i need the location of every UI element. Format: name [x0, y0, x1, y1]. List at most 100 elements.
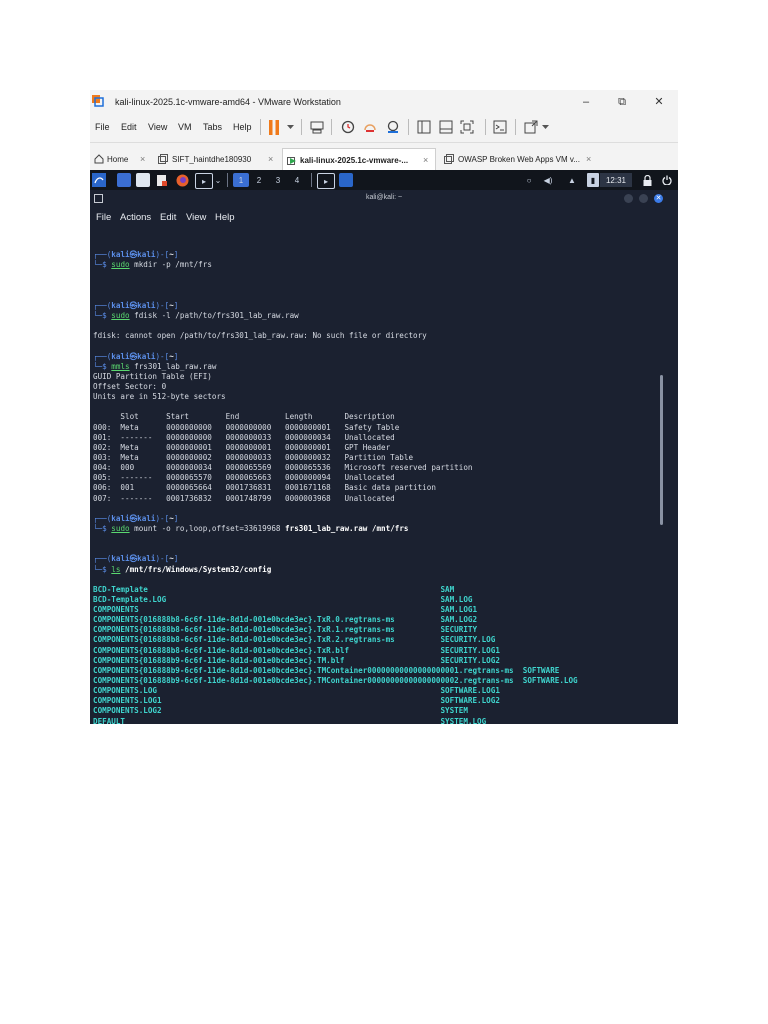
- mmls-row: 007: ------- 0001736832 0001748799 00000…: [93, 494, 663, 504]
- workspace-1[interactable]: 1: [233, 173, 249, 187]
- ls-row: COMPONENTS.LOG2 SYSTEM: [93, 706, 663, 716]
- snapshot-icon[interactable]: [340, 119, 356, 135]
- terminal-launcher-icon[interactable]: ▸: [195, 173, 213, 189]
- ls-spacer: [125, 717, 440, 724]
- ls-row: DEFAULT SYSTEM.LOG: [93, 717, 663, 724]
- close-tab-icon[interactable]: ×: [140, 154, 145, 164]
- prompt-user-host: kali㉿kali: [111, 513, 156, 523]
- error-line: fdisk: cannot open /path/to/frs301_lab_r…: [93, 331, 663, 341]
- menu-help[interactable]: Help: [233, 122, 252, 132]
- menu-view[interactable]: View: [148, 122, 167, 132]
- mmls-row: 000: Meta 0000000000 0000000000 00000000…: [93, 423, 663, 433]
- close-button[interactable]: ✕: [648, 93, 670, 111]
- toolbar-divider: [515, 119, 516, 135]
- menu-edit[interactable]: Edit: [121, 122, 137, 132]
- chevron-down-icon[interactable]: ⌄: [213, 173, 223, 187]
- terminal-menu-edit[interactable]: Edit: [160, 212, 176, 223]
- mmls-row: 004: 000 0000000034 0000065569 000006553…: [93, 463, 663, 473]
- terminal-close-button[interactable]: ✕: [654, 194, 663, 203]
- ls-row: COMPONENTS{016888b9-6c6f-11de-8d1d-001e0…: [93, 656, 663, 666]
- mmls-header-line: GUID Partition Table (EFI): [93, 372, 663, 382]
- menu-file[interactable]: File: [95, 122, 110, 132]
- terminal-output[interactable]: ┌──(kali㉿kali)-[~] └─$ sudo mkdir -p /mnt…: [93, 240, 663, 724]
- tab-owasp[interactable]: OWASP Broken Web Apps VM v... ×: [440, 148, 596, 170]
- volume-icon[interactable]: ◀): [542, 173, 554, 187]
- fullscreen-icon[interactable]: [459, 119, 475, 135]
- terminal-menu-help[interactable]: Help: [215, 212, 235, 223]
- ls-spacer: [344, 656, 440, 665]
- workspace-3[interactable]: 3: [271, 173, 285, 187]
- terminal-menu-actions[interactable]: Actions: [120, 212, 151, 223]
- pause-icon[interactable]: [267, 119, 281, 135]
- terminal-maximize-button[interactable]: [639, 194, 648, 203]
- command-name: sudo: [111, 260, 130, 270]
- ls-entry: COMPONENTS: [93, 605, 139, 615]
- dropdown-icon[interactable]: [285, 119, 295, 135]
- lock-icon[interactable]: [641, 173, 653, 187]
- thumbnail-icon[interactable]: [438, 119, 454, 135]
- ls-spacer: [157, 686, 440, 695]
- workspace-4[interactable]: 4: [290, 173, 304, 187]
- console-icon[interactable]: [492, 119, 508, 135]
- maximize-button[interactable]: ⧉: [611, 93, 633, 111]
- tab-kali[interactable]: kali-linux-2025.1c-vmware-... ×: [282, 148, 436, 171]
- kali-menu-icon[interactable]: [92, 173, 106, 187]
- minimize-button[interactable]: –: [575, 93, 597, 111]
- file-manager-icon[interactable]: [136, 173, 150, 187]
- ls-entry: DEFAULT: [93, 716, 126, 724]
- mmls-header-line: Units are in 512-byte sectors: [93, 392, 663, 402]
- terminal-window[interactable]: kali@kali: ~ ✕ File Actions Edit View He…: [90, 190, 678, 724]
- notification-bell-icon[interactable]: ▲: [566, 173, 578, 187]
- clock[interactable]: 12:31: [600, 173, 632, 187]
- firefox-icon[interactable]: [175, 173, 189, 187]
- vm-icon: [444, 154, 454, 164]
- ls-spacer: [162, 706, 441, 715]
- terminal-menu-file[interactable]: File: [96, 212, 111, 223]
- snapshot-manager-icon[interactable]: [385, 119, 401, 135]
- terminal-menu-view[interactable]: View: [186, 212, 206, 223]
- prompt-line: ┌──(kali㉿kali)-[~]: [93, 352, 663, 362]
- power-icon[interactable]: [661, 173, 673, 187]
- ls-spacer: [514, 666, 523, 675]
- mmls-partition-row: 000: Meta 0000000000 0000000000 00000000…: [93, 422, 400, 432]
- close-tab-icon[interactable]: ×: [423, 155, 428, 165]
- network-icon[interactable]: ○: [523, 173, 535, 187]
- ls-entry: SYSTEM.LOG: [440, 716, 487, 724]
- prompt-symbol: └─$: [93, 564, 112, 574]
- terminal-scrollbar[interactable]: [660, 375, 663, 525]
- send-ctrl-alt-del-icon[interactable]: [309, 119, 325, 135]
- close-tab-icon[interactable]: ×: [268, 154, 273, 164]
- stretch-icon[interactable]: [523, 119, 539, 135]
- vmware-app-icon: [92, 95, 104, 107]
- revert-snapshot-icon[interactable]: [362, 119, 378, 135]
- show-desktop-icon[interactable]: [117, 173, 131, 187]
- ls-entry: BCD-Template: [93, 584, 148, 594]
- prompt-frame: ]: [173, 351, 179, 361]
- command-line: └─$ mmls frs301_lab_raw.raw: [93, 362, 663, 372]
- vm-tab-bar: Home × SIFT_haintdhe180930 × kali-linux-…: [90, 142, 678, 171]
- command-args: fdisk -l /path/to/frs301_lab_raw.raw: [129, 310, 299, 320]
- ls-row: COMPONENTS{016888b9-6c6f-11de-8d1d-001e0…: [93, 676, 663, 686]
- tab-sift[interactable]: SIFT_haintdhe180930 ×: [156, 148, 278, 170]
- command-args-bold: frs301_lab_raw.raw /mnt/frs: [285, 523, 409, 533]
- ls-spacer: [148, 585, 441, 594]
- library-icon[interactable]: [416, 119, 432, 135]
- terminal-window-button[interactable]: ▸: [317, 173, 335, 189]
- menu-vm[interactable]: VM: [178, 122, 192, 132]
- workspace-2[interactable]: 2: [252, 173, 266, 187]
- close-tab-icon[interactable]: ×: [586, 154, 591, 164]
- text-editor-icon[interactable]: [155, 173, 169, 187]
- app-window-button[interactable]: [339, 173, 353, 187]
- ls-entry: SAM: [440, 584, 455, 594]
- menu-tabs[interactable]: Tabs: [203, 122, 222, 132]
- terminal-minimize-button[interactable]: [624, 194, 633, 203]
- title-bar: kali-linux-2025.1c-vmware-amd64 - VMware…: [90, 90, 678, 114]
- toolbar-divider: [408, 119, 409, 135]
- tab-home[interactable]: Home ×: [92, 148, 150, 170]
- dropdown-icon[interactable]: [540, 119, 550, 135]
